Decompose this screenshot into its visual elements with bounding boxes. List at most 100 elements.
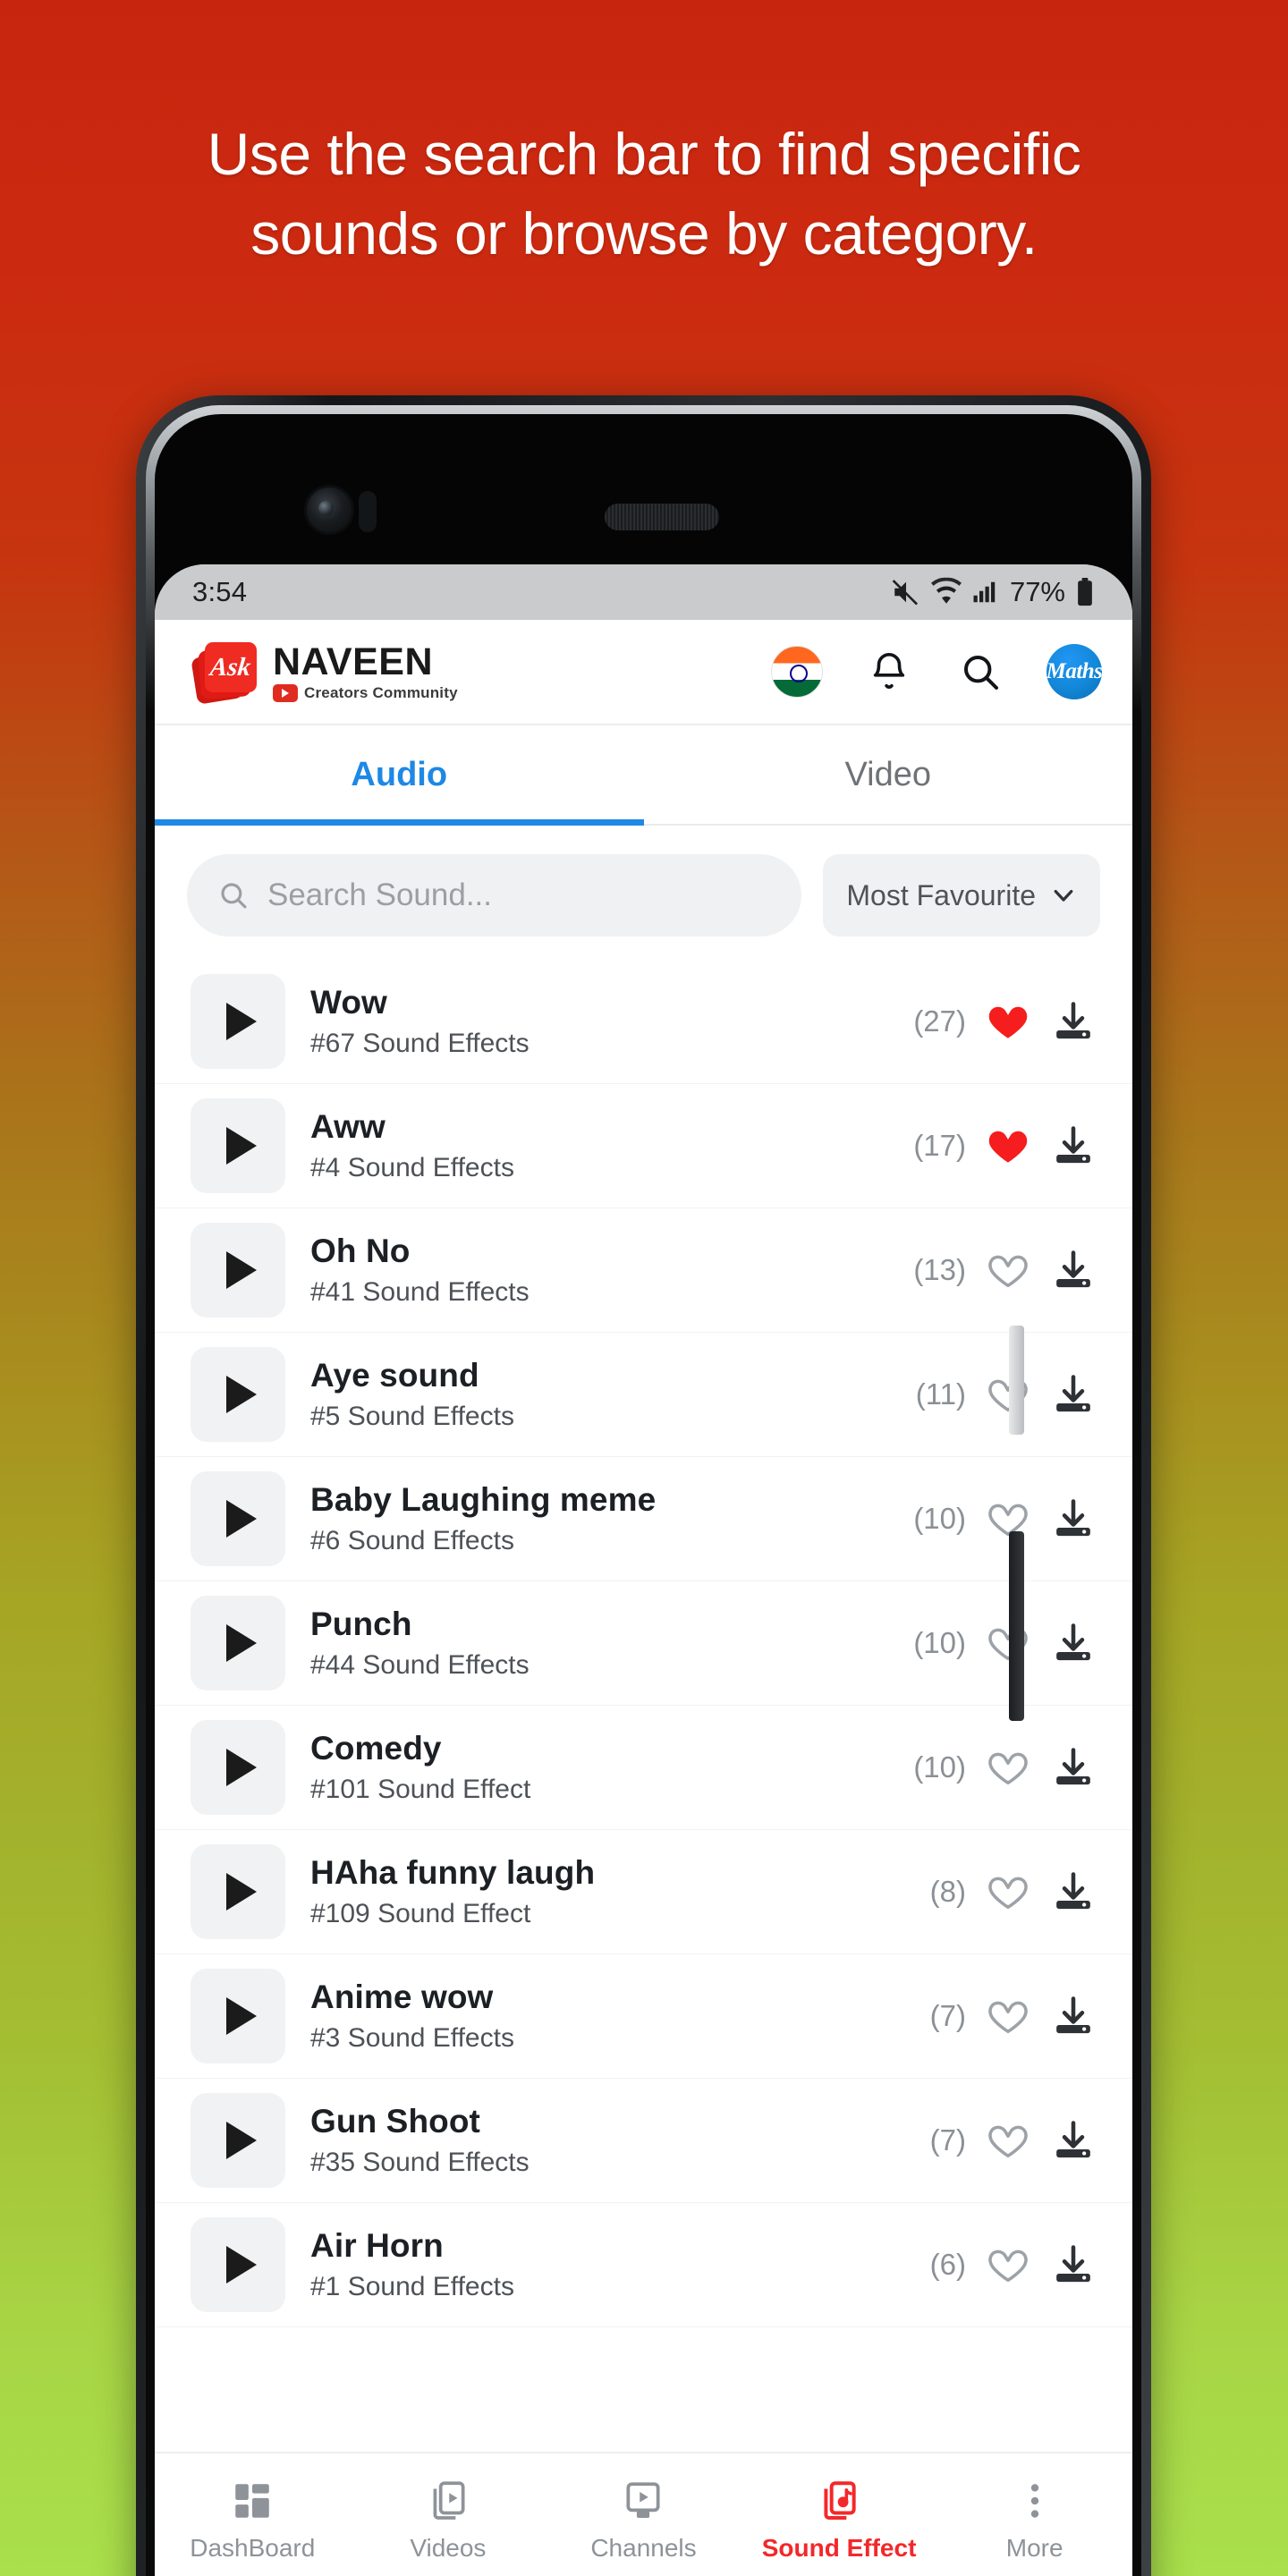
volume-button[interactable] bbox=[1009, 1326, 1024, 1435]
nav-item-videos[interactable]: Videos bbox=[351, 2477, 547, 2563]
channels-icon bbox=[621, 2477, 665, 2525]
sound-subtitle: #1 Sound Effects bbox=[310, 2272, 514, 2301]
play-button[interactable] bbox=[191, 1347, 285, 1442]
ask-cards-logo-icon: Ask bbox=[191, 640, 260, 705]
sound-info: Gun Shoot #35 Sound Effects bbox=[310, 2103, 896, 2178]
sound-subtitle: #67 Sound Effects bbox=[310, 1029, 530, 1058]
play-button[interactable] bbox=[191, 1223, 285, 1318]
heart-outline-icon[interactable] bbox=[986, 1869, 1030, 1914]
download-icon[interactable] bbox=[1050, 1868, 1097, 1915]
bell-icon[interactable] bbox=[864, 647, 914, 697]
bottom-navigation: DashBoard Videos Channels Sound Effect More bbox=[155, 2452, 1132, 2576]
youtube-icon bbox=[273, 683, 298, 702]
download-icon[interactable] bbox=[1050, 1247, 1097, 1293]
sound-title: Baby Laughing meme bbox=[310, 1481, 657, 1518]
table-row[interactable]: Baby Laughing meme #6 Sound Effects (10) bbox=[155, 1457, 1132, 1581]
heart-outline-icon[interactable] bbox=[986, 2242, 1030, 2287]
play-button[interactable] bbox=[191, 1720, 285, 1815]
camera-sensor-icon bbox=[359, 491, 377, 532]
sound-info: Aww #4 Sound Effects bbox=[310, 1108, 896, 1183]
promo-headline: Use the search bar to find specific soun… bbox=[207, 121, 1081, 267]
play-button[interactable] bbox=[191, 1596, 285, 1690]
table-row[interactable]: Anime wow #3 Sound Effects (7) bbox=[155, 1954, 1132, 2079]
download-icon[interactable] bbox=[1050, 1496, 1097, 1542]
sound-title: HAha funny laugh bbox=[310, 1854, 596, 1891]
tab-video[interactable]: Video bbox=[644, 725, 1133, 824]
sound-subtitle: #3 Sound Effects bbox=[310, 2023, 514, 2053]
download-icon[interactable] bbox=[1050, 1123, 1097, 1169]
play-button[interactable] bbox=[191, 1844, 285, 1939]
table-row[interactable]: Aww #4 Sound Effects (17) bbox=[155, 1084, 1132, 1208]
heart-filled-icon[interactable] bbox=[986, 1123, 1030, 1168]
download-icon[interactable] bbox=[1050, 998, 1097, 1045]
more-icon bbox=[1013, 2477, 1057, 2525]
heart-outline-icon[interactable] bbox=[986, 1994, 1030, 2038]
power-button[interactable] bbox=[1009, 1531, 1024, 1721]
like-count: (8) bbox=[929, 1875, 966, 1908]
play-button[interactable] bbox=[191, 974, 285, 1069]
like-count: (13) bbox=[913, 1253, 966, 1286]
play-button[interactable] bbox=[191, 2093, 285, 2188]
sound-info: Wow #67 Sound Effects bbox=[310, 984, 896, 1059]
nav-item-label: Videos bbox=[410, 2534, 487, 2562]
play-icon bbox=[226, 1127, 257, 1165]
table-row[interactable]: HAha funny laugh #109 Sound Effect (8) bbox=[155, 1830, 1132, 1954]
nav-item-dashboard[interactable]: DashBoard bbox=[155, 2477, 351, 2563]
play-button[interactable] bbox=[191, 2217, 285, 2312]
heart-outline-icon[interactable] bbox=[986, 1745, 1030, 1790]
battery-percent: 77% bbox=[1009, 576, 1065, 607]
download-icon[interactable] bbox=[1050, 1371, 1097, 1418]
search-input[interactable]: Search Sound... bbox=[187, 854, 802, 936]
table-row[interactable]: Comedy #101 Sound Effect (10) bbox=[155, 1706, 1132, 1830]
search-icon[interactable] bbox=[955, 647, 1005, 697]
nav-item-channels[interactable]: Channels bbox=[546, 2477, 741, 2563]
table-row[interactable]: Oh No #41 Sound Effects (13) bbox=[155, 1208, 1132, 1333]
play-icon bbox=[226, 1624, 257, 1662]
download-icon[interactable] bbox=[1050, 1993, 1097, 2039]
sound-subtitle: #41 Sound Effects bbox=[310, 1277, 530, 1307]
heart-outline-icon[interactable] bbox=[986, 1248, 1030, 1292]
like-count: (7) bbox=[929, 2123, 966, 2157]
nav-item-more[interactable]: More bbox=[936, 2477, 1132, 2563]
nav-item-label: Channels bbox=[590, 2534, 697, 2562]
earpiece-speaker-icon bbox=[605, 504, 719, 530]
table-row[interactable]: Aye sound #5 Sound Effects (11) bbox=[155, 1333, 1132, 1457]
table-row[interactable]: Air Horn #1 Sound Effects (6) bbox=[155, 2203, 1132, 2327]
sound-subtitle: #101 Sound Effect bbox=[310, 1775, 531, 1804]
table-row[interactable]: Gun Shoot #35 Sound Effects (7) bbox=[155, 2079, 1132, 2203]
tab-audio[interactable]: Audio bbox=[155, 725, 644, 824]
download-icon[interactable] bbox=[1050, 1620, 1097, 1666]
sound-info: Anime wow #3 Sound Effects bbox=[310, 1979, 896, 2054]
like-count: (10) bbox=[913, 1626, 966, 1659]
sound-actions: (17) bbox=[896, 1123, 1097, 1169]
india-flag-icon[interactable] bbox=[771, 646, 823, 698]
sound-actions: (10) bbox=[896, 1744, 1097, 1791]
sound-subtitle: #5 Sound Effects bbox=[310, 1402, 514, 1431]
like-count: (6) bbox=[929, 2248, 966, 2281]
avatar[interactable]: Maths bbox=[1046, 644, 1102, 699]
sort-dropdown[interactable]: Most Favourite bbox=[823, 854, 1100, 936]
heart-outline-icon[interactable] bbox=[986, 2118, 1030, 2163]
sound-actions: (6) bbox=[896, 2241, 1097, 2288]
sound-title: Aye sound bbox=[310, 1357, 479, 1394]
sound-subtitle: #35 Sound Effects bbox=[310, 2148, 530, 2177]
download-icon[interactable] bbox=[1050, 2241, 1097, 2288]
play-icon bbox=[226, 1003, 257, 1040]
sound-subtitle: #109 Sound Effect bbox=[310, 1899, 531, 1928]
app-window: 3:54 77% Ask NAVEEN Creators Community M… bbox=[155, 564, 1132, 2576]
status-time: 3:54 bbox=[192, 576, 248, 607]
table-row[interactable]: Wow #67 Sound Effects (27) bbox=[155, 960, 1132, 1084]
nav-item-sound-effect[interactable]: Sound Effect bbox=[741, 2477, 937, 2563]
sound-actions: (8) bbox=[896, 1868, 1097, 1915]
sound-list[interactable]: Wow #67 Sound Effects (27) Aww #4 Sound Effe… bbox=[155, 960, 1132, 2452]
play-button[interactable] bbox=[191, 1471, 285, 1566]
table-row[interactable]: Punch #44 Sound Effects (10) bbox=[155, 1581, 1132, 1706]
play-button[interactable] bbox=[191, 1098, 285, 1193]
app-logo[interactable]: Ask NAVEEN Creators Community bbox=[191, 640, 458, 705]
download-icon[interactable] bbox=[1050, 1744, 1097, 1791]
play-button[interactable] bbox=[191, 1969, 285, 2063]
download-icon[interactable] bbox=[1050, 2117, 1097, 2164]
sound-actions: (7) bbox=[896, 1993, 1097, 2039]
heart-filled-icon[interactable] bbox=[986, 999, 1030, 1044]
sound-title: Comedy bbox=[310, 1730, 442, 1767]
